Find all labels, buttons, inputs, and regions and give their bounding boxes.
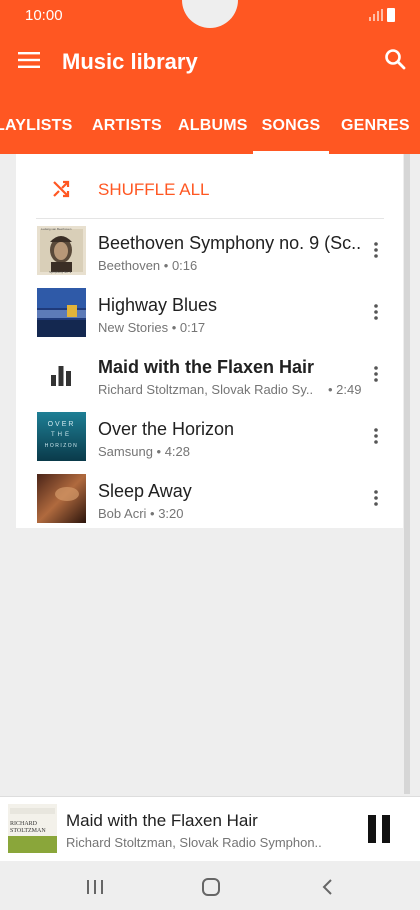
tab-genres[interactable]: GENRES (341, 100, 410, 154)
now-playing-album-art: RICHARD STOLTZMAN (8, 804, 57, 853)
more-options-icon[interactable] (374, 242, 378, 258)
album-art-text: Symphony No. 9 (49, 270, 72, 274)
album-art-text: STOLTZMAN (10, 828, 46, 834)
now-playing-subtitle: Richard Stoltzman, Slovak Radio Symphon.… (66, 835, 322, 850)
signal-icon (369, 9, 383, 21)
battery-icon (387, 8, 395, 22)
tab-albums[interactable]: ALBUMS (178, 100, 248, 154)
now-playing-equalizer-icon (51, 366, 71, 386)
hamburger-menu-icon[interactable] (18, 51, 40, 69)
song-list: SHUFFLE ALL Ludwig van Beethoven Symphon… (16, 154, 403, 528)
album-art-text: Ludwig van Beethoven (41, 227, 72, 231)
song-title: Sleep Away (98, 481, 192, 501)
more-options-icon[interactable] (374, 428, 378, 444)
status-bar: 10:00 (0, 0, 420, 30)
song-row-maid-with-the-flaxen-hair[interactable]: Maid with the Flaxen Hair Richard Stoltz… (16, 344, 403, 406)
song-row-beethoven[interactable]: Ludwig van Beethoven Symphony No. 9 Beet… (16, 220, 403, 282)
album-art-text: RICHARD (10, 821, 38, 827)
scrollbar[interactable] (404, 154, 410, 794)
back-icon[interactable] (318, 877, 338, 897)
app-header: 10:00 Music library LAYLISTS ARTISTS ALB… (0, 0, 420, 154)
tab-songs[interactable]: SONGS (253, 100, 329, 154)
song-row-over-the-horizon[interactable]: OVER THE HORIZON Over the Horizon Samsun… (16, 406, 403, 468)
album-art-beethoven: Ludwig van Beethoven Symphony No. 9 (37, 226, 86, 275)
album-art-text: OVER (47, 421, 76, 428)
more-options-icon[interactable] (374, 366, 378, 382)
recent-apps-icon[interactable] (85, 877, 105, 897)
song-duration: • 2:49 (328, 382, 362, 397)
shuffle-all-label: SHUFFLE ALL (98, 180, 210, 199)
song-title: Maid with the Flaxen Hair (98, 357, 315, 377)
song-subtitle: Samsung • 4:28 (98, 444, 190, 459)
album-art-sleep-away (37, 474, 86, 523)
home-icon[interactable] (201, 877, 221, 897)
song-subtitle: New Stories • 0:17 (98, 320, 206, 335)
song-title: Beethoven Symphony no. 9 (Sc.. (98, 233, 362, 253)
page-title: Music library (62, 49, 198, 74)
album-art-text: THE (51, 432, 72, 438)
divider (36, 218, 384, 219)
shuffle-all-button[interactable]: SHUFFLE ALL (16, 154, 403, 218)
tab-artists[interactable]: ARTISTS (92, 100, 162, 154)
shuffle-icon (53, 180, 70, 198)
pause-icon[interactable] (366, 815, 392, 843)
library-tabs: LAYLISTS ARTISTS ALBUMS SONGS GENRES (0, 100, 420, 154)
album-art-text: HORIZON (44, 443, 79, 449)
song-subtitle: Bob Acri • 3:20 (98, 506, 184, 521)
song-subtitle: Richard Stoltzman, Slovak Radio Sy.. (98, 382, 314, 397)
system-nav-bar (0, 861, 420, 910)
tab-playlists[interactable]: LAYLISTS (0, 100, 72, 154)
song-row-sleep-away[interactable]: Sleep Away Bob Acri • 3:20 (16, 468, 403, 530)
mini-player[interactable]: RICHARD STOLTZMAN Maid with the Flaxen H… (0, 796, 420, 861)
now-playing-title: Maid with the Flaxen Hair (66, 811, 258, 830)
status-time: 10:00 (25, 7, 63, 24)
album-art-highway-blues (37, 288, 86, 337)
song-row-highway-blues[interactable]: Highway Blues New Stories • 0:17 (16, 282, 403, 344)
song-title: Highway Blues (98, 295, 218, 315)
album-art-over-the-horizon: OVER THE HORIZON (37, 412, 86, 461)
camera-notch (182, 0, 238, 28)
song-title: Over the Horizon (98, 419, 235, 439)
song-subtitle: Beethoven • 0:16 (98, 258, 198, 273)
more-options-icon[interactable] (374, 490, 378, 506)
more-options-icon[interactable] (374, 304, 378, 320)
search-icon[interactable] (384, 48, 406, 70)
